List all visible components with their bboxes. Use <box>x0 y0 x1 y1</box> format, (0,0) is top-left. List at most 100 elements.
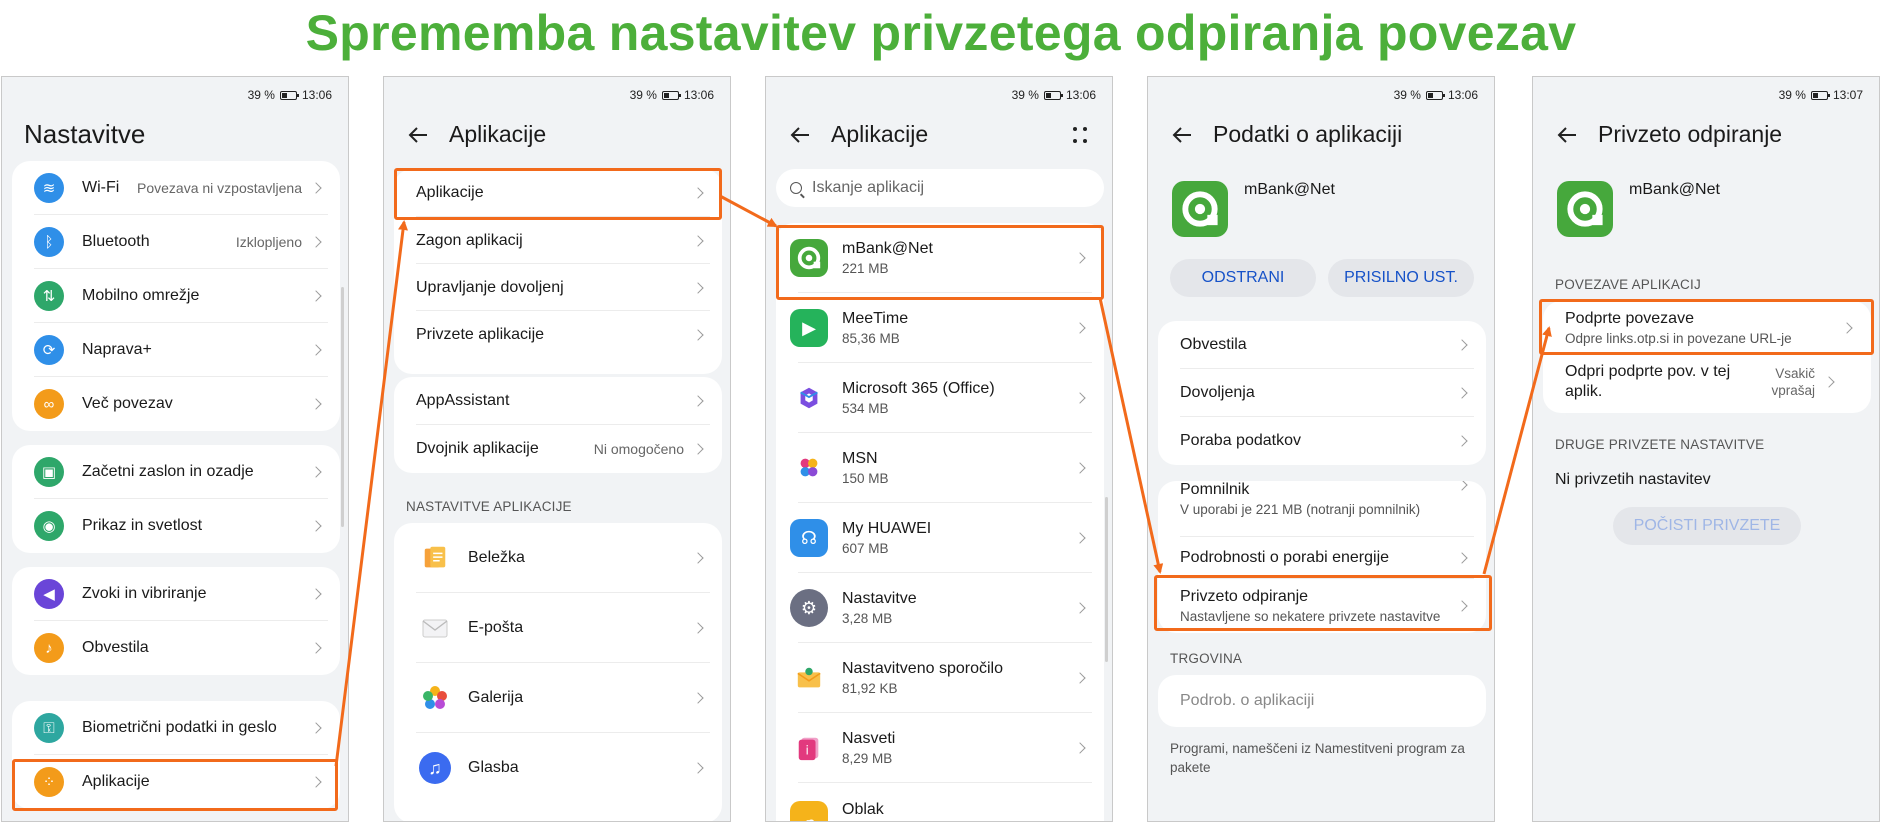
menu-item-default-apps[interactable]: Privzete aplikacije <box>394 311 722 358</box>
app-item-music[interactable]: ♫ Glasba <box>394 733 722 803</box>
chevron-right-icon <box>1841 322 1853 334</box>
chevron-right-icon <box>1074 672 1086 684</box>
mobile-network-icon: ⇅ <box>34 281 64 311</box>
app-links-group: Podprte povezave Odpre links.otp.si in po… <box>1543 301 1871 413</box>
app-item-settings[interactable]: ⚙ Nastavitve 3,28 MB <box>776 573 1104 643</box>
back-arrow-icon[interactable] <box>1555 123 1579 147</box>
menu-item-open-supported-links[interactable]: Odpri podprte pov. v tej aplik. Vsakič vp… <box>1543 355 1871 409</box>
menu-item-permissions[interactable]: Dovoljenja <box>1158 369 1486 417</box>
chevron-right-icon <box>1074 392 1086 404</box>
screen-title: Aplikacije <box>831 121 929 147</box>
app-item-email[interactable]: E-pošta <box>394 593 722 663</box>
svg-text:i: i <box>805 744 808 758</box>
settings-item-wifi[interactable]: ≋ Wi-Fi Povezava ni vzpostavljena <box>12 161 340 215</box>
chevron-right-icon <box>1074 322 1086 334</box>
status-bar: 39 % 13:07 <box>1778 88 1863 102</box>
menu-item-data-usage[interactable]: Poraba podatkov <box>1158 417 1486 465</box>
chevron-right-icon <box>1074 252 1086 264</box>
app-item-notes[interactable]: Beležka <box>394 523 722 593</box>
chevron-right-icon <box>1456 600 1468 612</box>
chevron-right-icon <box>1456 435 1468 447</box>
settings-item-bluetooth[interactable]: ᛒ Bluetooth Izklopljeno <box>12 215 340 269</box>
chevron-right-icon <box>1456 552 1468 564</box>
chevron-right-icon <box>310 182 322 194</box>
app-info-group: Obvestila Dovoljenja Poraba podatkov <box>1158 321 1486 465</box>
scrollbar[interactable] <box>341 287 344 527</box>
chevron-right-icon <box>310 776 322 788</box>
header: Aplikacije <box>788 121 928 148</box>
search-icon <box>790 182 805 199</box>
back-arrow-icon[interactable] <box>406 123 430 147</box>
settings-item-display[interactable]: ◉ Prikaz in svetlost <box>12 499 340 553</box>
scrollbar[interactable] <box>1105 497 1108 662</box>
app-info-group-2: Pomnilnik V uporabi je 221 MB (notranji p… <box>1158 481 1486 633</box>
uninstall-button[interactable]: ODSTRANI <box>1170 259 1316 297</box>
msn-icon <box>790 449 828 487</box>
menu-item-apps[interactable]: Aplikacije <box>394 169 722 217</box>
header: Privzeto odpiranje <box>1555 121 1782 148</box>
settings-item-sound[interactable]: ◀ Zvoki in vibriranje <box>12 567 340 621</box>
chevron-right-icon <box>1456 387 1468 399</box>
battery-icon <box>1810 90 1830 100</box>
menu-item-app-details[interactable]: Podrob. o aplikaciji <box>1158 675 1486 727</box>
app-item-mbank[interactable]: mBank@Net 221 MB <box>776 223 1104 293</box>
settings-item-wallpaper[interactable]: ▣ Začetni zaslon in ozadje <box>12 445 340 499</box>
settings-item-device-plus[interactable]: ⟳ Naprava+ <box>12 323 340 377</box>
more-options-icon[interactable] <box>1072 127 1088 143</box>
menu-item-storage[interactable]: Pomnilnik V uporabi je 221 MB (notranji p… <box>1158 481 1486 537</box>
microsoft365-icon <box>790 379 828 417</box>
menu-item-appassistant[interactable]: AppAssistant <box>394 377 722 425</box>
back-arrow-icon[interactable] <box>1170 123 1194 147</box>
chevron-right-icon <box>310 344 322 356</box>
battery-icon <box>1043 90 1063 100</box>
back-arrow-icon[interactable] <box>788 123 812 147</box>
app-item-cloud[interactable]: ☁ Oblak <box>776 783 1104 821</box>
menu-item-app-launch[interactable]: Zagon aplikacij <box>394 217 722 264</box>
app-item-msn[interactable]: MSN 150 MB <box>776 433 1104 503</box>
chevron-right-icon <box>1074 532 1086 544</box>
chevron-right-icon <box>1074 602 1086 614</box>
chevron-right-icon <box>692 622 704 634</box>
config-message-icon <box>790 659 828 697</box>
menu-item-energy[interactable]: Podrobnosti o porabi energije <box>1158 537 1486 579</box>
screen-settings: 39 % 13:06 Nastavitve ≋ Wi-Fi Povezava ni v… <box>1 76 349 822</box>
app-name: mBank@Net <box>1244 181 1335 198</box>
screen-app-info: 39 % 13:06 Podatki o aplikaciji mBank@Net… <box>1147 76 1495 822</box>
menu-item-notifications[interactable]: Obvestila <box>1158 321 1486 369</box>
app-item-config-message[interactable]: Nastavitveno sporočilo 81,92 KB <box>776 643 1104 713</box>
header: Podatki o aplikaciji <box>1170 121 1402 148</box>
chevron-right-icon <box>1456 481 1468 491</box>
menu-item-default-open[interactable]: Privzeto odpiranje Nastavljene so nekater… <box>1158 579 1486 633</box>
force-stop-button[interactable]: PRISILNO UST. <box>1328 259 1474 297</box>
cloud-icon: ☁ <box>790 801 828 821</box>
app-item-tips[interactable]: i Nasveti 8,29 MB <box>776 713 1104 783</box>
settings-item-notifications[interactable]: ♪ Obvestila <box>12 621 340 675</box>
settings-item-apps[interactable]: ⁘ Aplikacije <box>12 755 340 809</box>
battery-icon <box>1425 90 1445 100</box>
chevron-right-icon <box>1823 376 1835 388</box>
wifi-icon: ≋ <box>34 173 64 203</box>
chevron-right-icon <box>310 642 322 654</box>
chevron-right-icon <box>692 552 704 564</box>
menu-item-permissions[interactable]: Upravljanje dovoljenj <box>394 264 722 311</box>
settings-item-biometrics[interactable]: ⚿ Biometrični podatki in geslo <box>12 701 340 755</box>
menu-item-supported-links[interactable]: Podprte povezave Odpre links.otp.si in po… <box>1543 301 1871 355</box>
apps-menu-group: Aplikacije Zagon aplikacij Upravljanje d… <box>394 169 722 374</box>
search-field[interactable]: Iskanje aplikacij <box>776 169 1104 207</box>
screen-title: Aplikacije <box>449 121 547 147</box>
app-item-meetime[interactable]: ▶ MeeTime 85,36 MB <box>776 293 1104 363</box>
eye-icon: ◉ <box>34 511 64 541</box>
chevron-right-icon <box>692 234 704 247</box>
chevron-right-icon <box>692 395 704 407</box>
settings-item-mobile-network[interactable]: ⇅ Mobilno omrežje <box>12 269 340 323</box>
app-list: mBank@Net 221 MB ▶ MeeTime 85,36 MB Microso… <box>776 223 1104 821</box>
apps-icon: ⁘ <box>34 767 64 797</box>
app-item-my-huawei[interactable]: ☊ My HUAWEI 607 MB <box>776 503 1104 573</box>
menu-item-app-twin[interactable]: Dvojnik aplikacije Ni omogočeno <box>394 425 722 473</box>
app-item-microsoft365[interactable]: Microsoft 365 (Office) 534 MB <box>776 363 1104 433</box>
battery-icon <box>661 90 681 100</box>
clear-defaults-button[interactable]: POČISTI PRIVZETE <box>1613 507 1801 545</box>
chevron-right-icon <box>310 466 322 478</box>
settings-item-more-connections[interactable]: ∞ Več povezav <box>12 377 340 431</box>
app-item-gallery[interactable]: Galerija <box>394 663 722 733</box>
